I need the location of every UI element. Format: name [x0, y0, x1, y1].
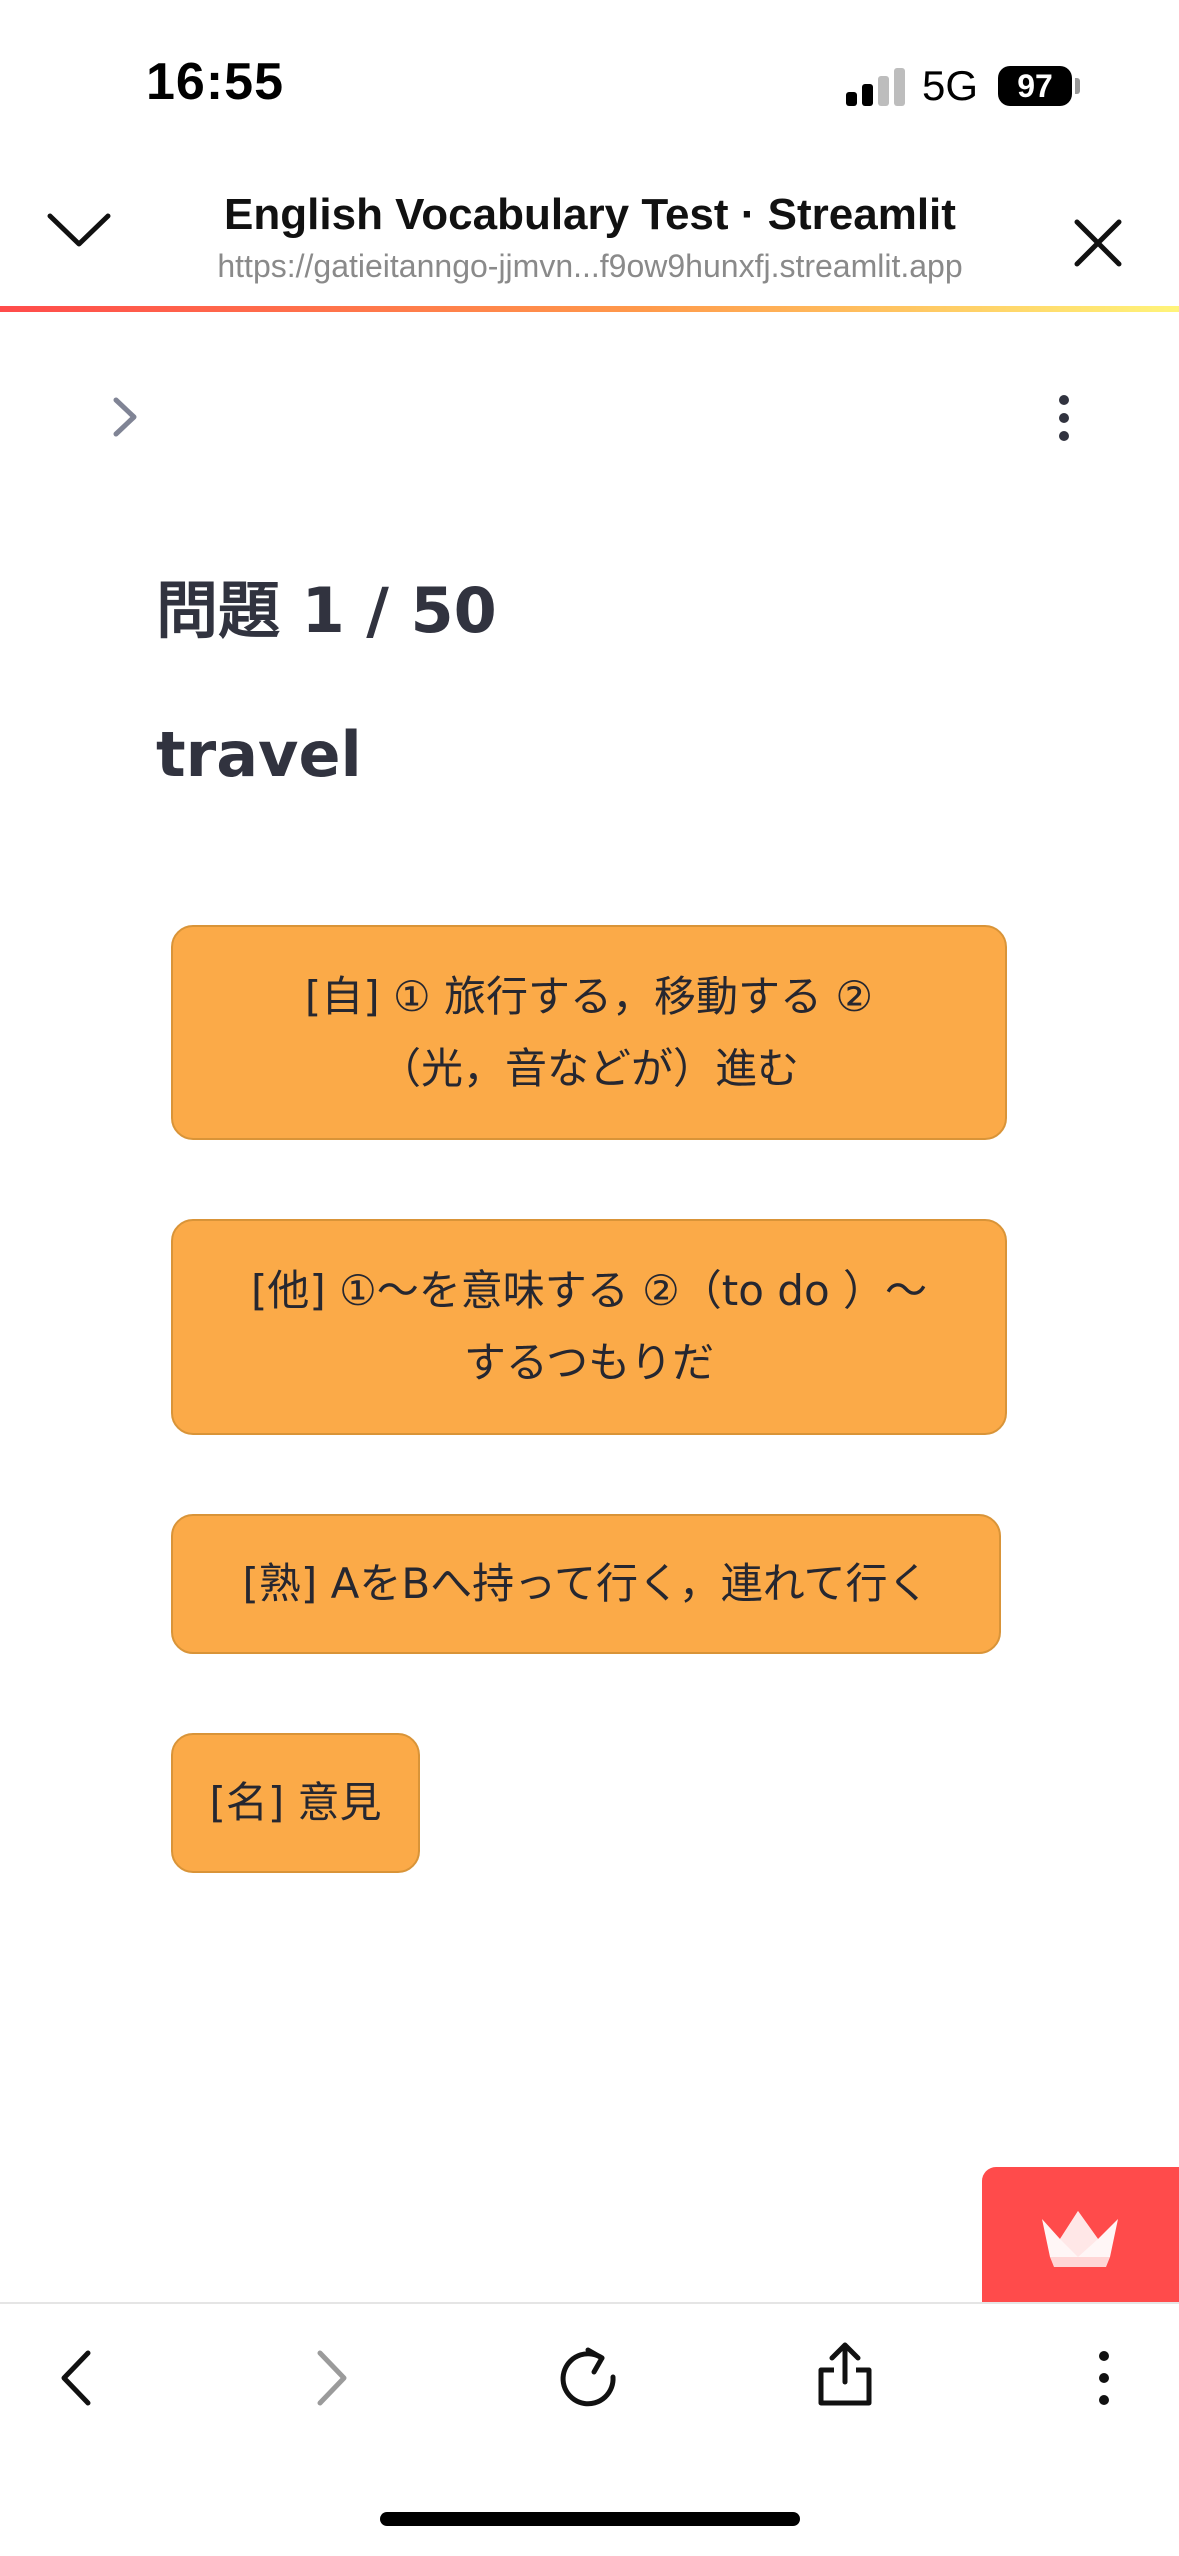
chevron-right-icon	[113, 397, 137, 437]
network-type: 5G	[922, 62, 979, 109]
reload-button[interactable]	[558, 2344, 620, 2414]
choice-button-1[interactable]: [自] ① 旅行する，移動する ② （光，音などが）進む	[171, 925, 1007, 1140]
main-menu-button[interactable]	[1052, 394, 1076, 446]
choice-button-4[interactable]: [名] 意見	[171, 1733, 420, 1873]
more-button[interactable]	[1092, 2348, 1116, 2412]
more-vertical-icon	[1099, 2351, 1109, 2405]
choice-label: [自] ① 旅行する，移動する ② （光，音などが）進む	[305, 961, 873, 1105]
page-url[interactable]: https://gatieitanngo-jjmvn...f9ow9hunxfj…	[150, 248, 1030, 285]
choice-line: するつもりだ	[463, 1338, 715, 1387]
share-icon	[818, 2342, 872, 2406]
choice-button-2[interactable]: [他] ①～を意味する ②（to do ）～ するつもりだ	[171, 1219, 1007, 1435]
question-number-heading: 問題 1 / 50	[156, 574, 497, 647]
page-load-progress	[0, 306, 1179, 312]
choice-label: [熟] AをBへ持って行く，連れて行く	[242, 1559, 930, 1608]
streamlit-badge[interactable]	[982, 2167, 1179, 2302]
battery-cap	[1075, 78, 1080, 94]
choice-label: [他] ①～を意味する ②（to do ）～ するつもりだ	[251, 1255, 927, 1399]
collapse-button[interactable]	[46, 210, 112, 254]
close-icon	[1074, 219, 1122, 267]
battery-level: 97	[1017, 68, 1053, 104]
chevron-down-icon	[47, 213, 111, 247]
streamlit-crown-icon	[1042, 2211, 1118, 2267]
close-button[interactable]	[1073, 218, 1123, 272]
home-indicator	[380, 2512, 800, 2526]
page-title: English Vocabulary Test · Streamlit	[224, 190, 956, 239]
choice-line: （光，音などが）進む	[378, 1043, 799, 1093]
back-button[interactable]	[56, 2347, 96, 2413]
status-time: 16:55	[146, 53, 284, 111]
vocabulary-word: travel	[156, 718, 362, 791]
choice-label: [名] 意見	[209, 1778, 382, 1827]
reload-icon	[560, 2347, 616, 2407]
more-vertical-icon	[1059, 395, 1069, 441]
battery-icon: 97	[998, 66, 1072, 106]
choice-line: [他] ①～を意味する ②（to do ）～	[251, 1266, 927, 1315]
forward-icon	[317, 2350, 347, 2406]
forward-button[interactable]	[312, 2347, 352, 2413]
share-button[interactable]	[816, 2340, 874, 2412]
choice-button-3[interactable]: [熟] AをBへ持って行く，連れて行く	[171, 1514, 1001, 1654]
choice-line: [自] ① 旅行する，移動する ②	[304, 971, 874, 1021]
cellular-signal-icon	[846, 68, 905, 106]
back-icon	[61, 2350, 91, 2406]
screen: 16:55 5G 97 English Vocabulary Test · St…	[0, 0, 1179, 2556]
sidebar-toggle-button[interactable]	[110, 394, 140, 444]
